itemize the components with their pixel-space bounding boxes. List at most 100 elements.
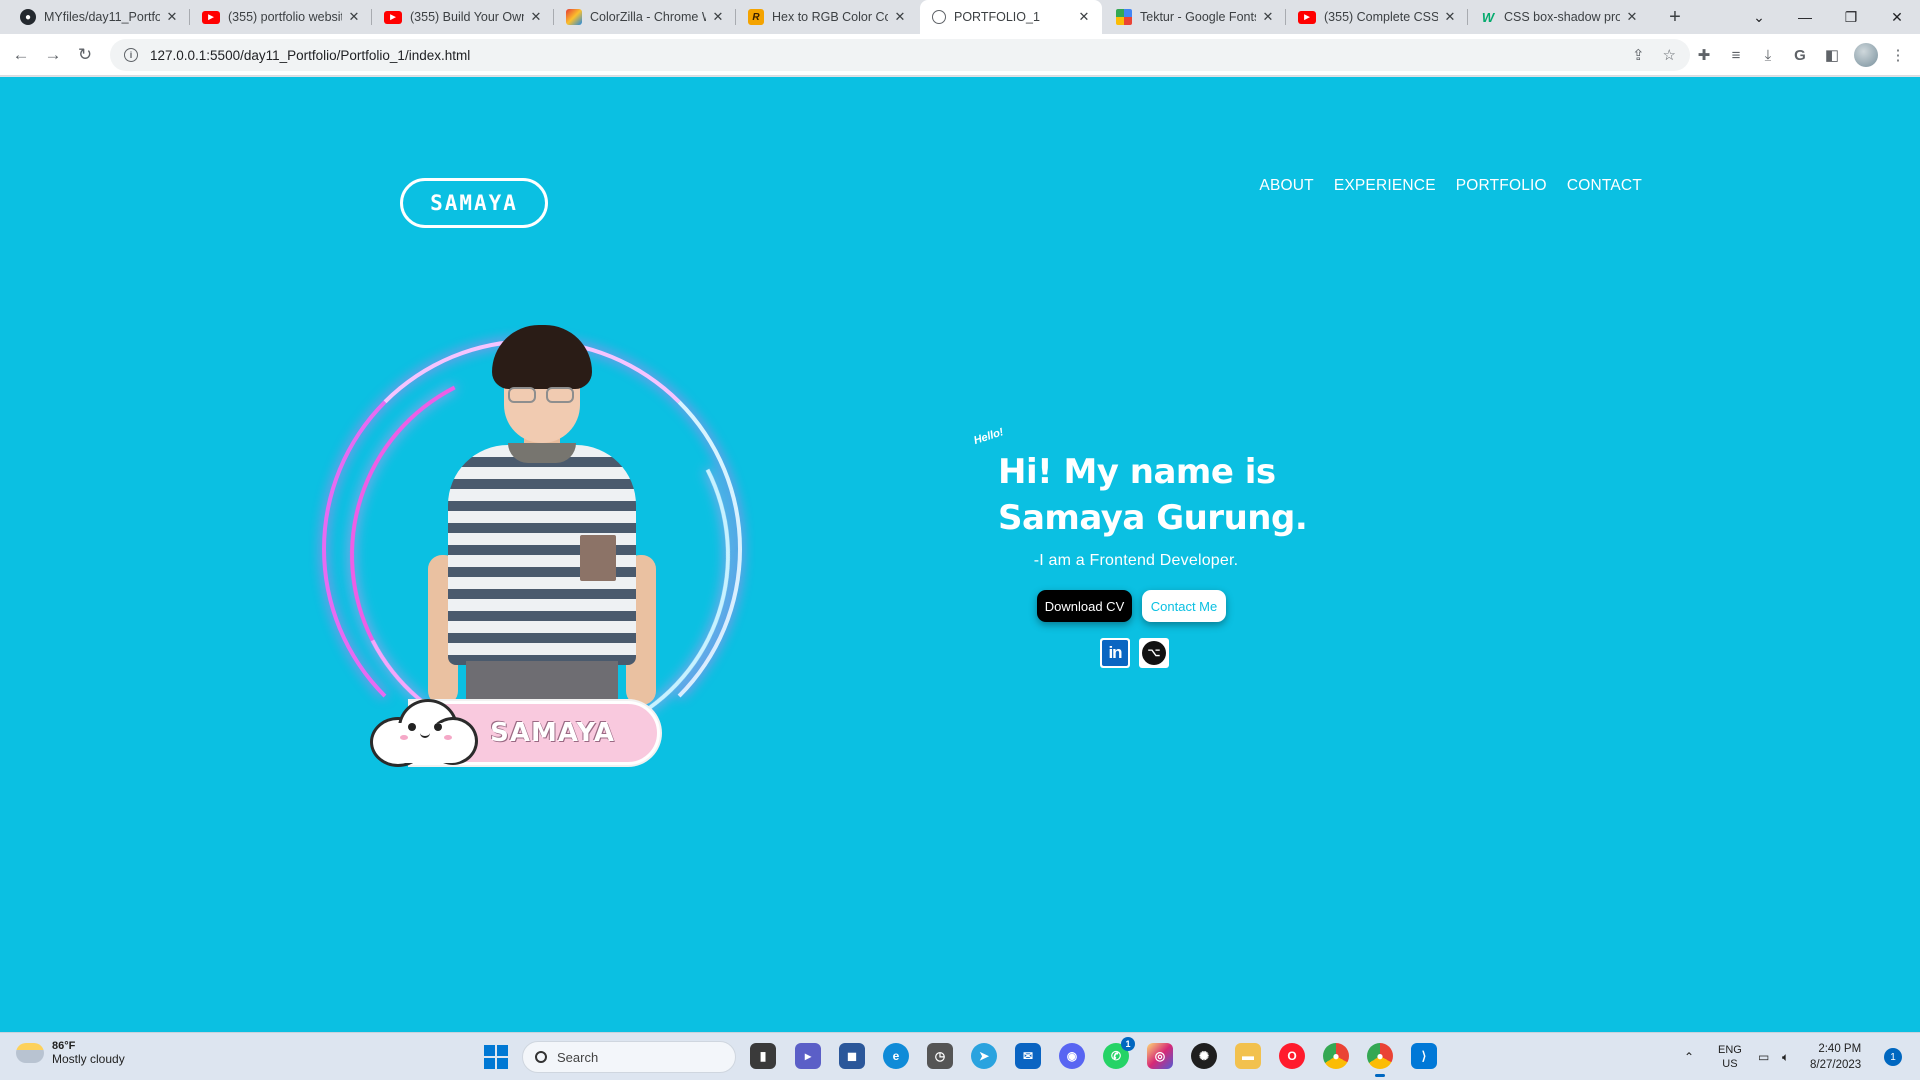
close-tab-icon[interactable]: ✕ (1442, 9, 1458, 25)
system-clock[interactable]: 2:40 PM 8/27/2023 (1810, 1041, 1861, 1073)
browser-toolbar: ← → ↻ i 127.0.0.1:5500/day11_Portfolio/P… (0, 34, 1920, 76)
tab-build-your-own[interactable]: ▶ (355) Build Your Own P ✕ (372, 0, 554, 34)
chrome-icon[interactable]: ● (1323, 1043, 1349, 1069)
close-window-button[interactable]: ✕ (1874, 0, 1920, 34)
task-view-icon[interactable]: ▮ (750, 1043, 776, 1069)
address-bar[interactable]: i 127.0.0.1:5500/day11_Portfolio/Portfol… (110, 39, 1690, 71)
download-icon[interactable]: ⤓ (1756, 43, 1780, 67)
forward-icon[interactable]: → (40, 42, 66, 68)
profile-portrait: SAMAYA (300, 315, 780, 795)
close-tab-icon[interactable]: ✕ (164, 9, 180, 25)
share-icon[interactable]: ⇪ (1632, 46, 1645, 64)
windows-start-icon[interactable] (484, 1045, 508, 1069)
back-icon[interactable]: ← (8, 42, 34, 68)
close-tab-icon[interactable]: ✕ (892, 9, 908, 25)
minimize-button[interactable]: — (1782, 0, 1828, 34)
tab-myfiles[interactable]: ● MYfiles/day11_Portfolio ✕ (8, 0, 190, 34)
notification-badge[interactable]: 1 (1884, 1048, 1902, 1066)
tab-hex-to-rgb[interactable]: R Hex to RGB Color Con ✕ (736, 0, 918, 34)
restore-button[interactable]: ❐ (1828, 0, 1874, 34)
file-explorer-icon[interactable]: ▬ (1235, 1043, 1261, 1069)
telegram-icon[interactable]: ➤ (971, 1043, 997, 1069)
tray-overflow-icon[interactable]: ⌃ (1684, 1033, 1694, 1080)
close-tab-icon[interactable]: ✕ (528, 9, 544, 25)
language-indicator[interactable]: ENG US (1718, 1033, 1742, 1080)
headline-line-1: Hi! My name is (998, 452, 1276, 492)
contact-me-button[interactable]: Contact Me (1142, 590, 1226, 622)
reload-icon[interactable]: ↻ (72, 42, 98, 68)
url-text[interactable]: 127.0.0.1:5500/day11_Portfolio/Portfolio… (150, 48, 1614, 63)
site-logo[interactable]: SAMAYA (400, 178, 548, 228)
microsoft-store-icon[interactable]: ◼ (839, 1043, 865, 1069)
youtube-icon: ▶ (202, 10, 220, 24)
weather-temp: 86°F (52, 1040, 76, 1052)
colorzilla-icon (566, 9, 582, 25)
youtube-icon: ▶ (1298, 10, 1316, 24)
reading-list-icon[interactable]: ≡ (1724, 43, 1748, 67)
name-banner-text: SAMAYA (490, 718, 615, 748)
tab-title: (355) Build Your Own P (410, 10, 524, 24)
close-tab-icon[interactable]: ✕ (1076, 9, 1092, 25)
github-icon[interactable]: ⌥ (1139, 638, 1169, 668)
clock-date: 8/27/2023 (1810, 1059, 1862, 1071)
tab-title: (355) Complete CSS G (1324, 10, 1438, 24)
teams-chat-icon[interactable]: ▸ (795, 1043, 821, 1069)
opera-icon[interactable]: O (1279, 1043, 1305, 1069)
rapidtables-icon: R (748, 9, 764, 25)
discord-icon[interactable]: ◉ (1059, 1043, 1085, 1069)
browser-tab-strip: ● MYfiles/day11_Portfolio ✕ ▶ (355) port… (0, 0, 1920, 34)
nav-portfolio[interactable]: PORTFOLIO (1456, 177, 1547, 195)
side-panel-icon[interactable]: ◧ (1820, 43, 1844, 67)
close-tab-icon[interactable]: ✕ (1260, 9, 1276, 25)
linkedin-icon[interactable]: in (1100, 638, 1130, 668)
tab-search-icon[interactable]: ⌄ (1736, 0, 1782, 34)
network-icon[interactable]: ▭ (1758, 1033, 1769, 1080)
clock-app-icon[interactable]: ◷ (927, 1043, 953, 1069)
chatgpt-icon[interactable]: ✺ (1191, 1043, 1217, 1069)
profile-avatar[interactable] (1854, 43, 1878, 67)
tab-title: CSS box-shadow prop (1504, 10, 1620, 24)
hero-headline: Hi! My name is Samaya Gurung. (998, 449, 1418, 541)
volume-icon[interactable]: 🔈︎ (1782, 1033, 1789, 1080)
google-fonts-icon (1116, 9, 1132, 25)
new-tab-button[interactable]: + (1662, 4, 1688, 30)
mail-icon[interactable]: ✉ (1015, 1043, 1041, 1069)
google-icon[interactable]: G (1788, 43, 1812, 67)
tab-colorzilla[interactable]: ColorZilla - Chrome W ✕ (554, 0, 736, 34)
tab-complete-css[interactable]: ▶ (355) Complete CSS G ✕ (1286, 0, 1468, 34)
globe-icon (932, 10, 946, 24)
tab-portfolio-website[interactable]: ▶ (355) portfolio website ✕ (190, 0, 372, 34)
weather-widget[interactable]: 86°F Mostly cloudy (16, 1040, 125, 1066)
hero-tagline: -I am a Frontend Developer. (1033, 552, 1239, 569)
tab-box-shadow[interactable]: W CSS box-shadow prop ✕ (1468, 0, 1650, 34)
extensions-icon[interactable]: ✚ (1692, 43, 1716, 67)
instagram-icon[interactable]: ◎ (1147, 1043, 1173, 1069)
tab-google-fonts[interactable]: Tektur - Google Fonts ✕ (1104, 0, 1286, 34)
menu-kebab-icon[interactable]: ⋮ (1886, 43, 1910, 67)
nav-contact[interactable]: CONTACT (1567, 177, 1642, 195)
whatsapp-badge: 1 (1121, 1037, 1135, 1051)
tab-title: MYfiles/day11_Portfolio (44, 10, 160, 24)
vscode-icon[interactable]: ⟩ (1411, 1043, 1437, 1069)
site-info-icon[interactable]: i (124, 48, 138, 62)
tab-title: Tektur - Google Fonts (1140, 10, 1256, 24)
tab-portfolio-1[interactable]: PORTFOLIO_1 ✕ (920, 0, 1102, 34)
close-tab-icon[interactable]: ✕ (1624, 9, 1640, 25)
chrome-active-icon[interactable]: ● (1367, 1043, 1393, 1077)
nav-about[interactable]: ABOUT (1259, 177, 1313, 195)
bookmark-star-icon[interactable]: ☆ (1663, 46, 1676, 64)
nav-experience[interactable]: EXPERIENCE (1334, 177, 1436, 195)
tab-title: ColorZilla - Chrome W (590, 10, 706, 24)
whatsapp-icon[interactable]: ✆ 1 (1103, 1037, 1135, 1069)
page-viewport: SAMAYA ABOUT EXPERIENCE PORTFOLIO CONTAC… (0, 77, 1920, 1032)
edge-icon[interactable]: e (883, 1043, 909, 1069)
close-tab-icon[interactable]: ✕ (710, 9, 726, 25)
youtube-icon: ▶ (384, 10, 402, 24)
tab-title: Hex to RGB Color Con (772, 10, 888, 24)
headline-line-2: Samaya Gurung. (998, 498, 1308, 538)
download-cv-button[interactable]: Download CV (1037, 590, 1132, 622)
tab-title: PORTFOLIO_1 (954, 10, 1040, 24)
hello-label: Hello! (972, 426, 1006, 447)
close-tab-icon[interactable]: ✕ (346, 9, 362, 25)
taskbar-search[interactable]: Search (522, 1041, 736, 1073)
